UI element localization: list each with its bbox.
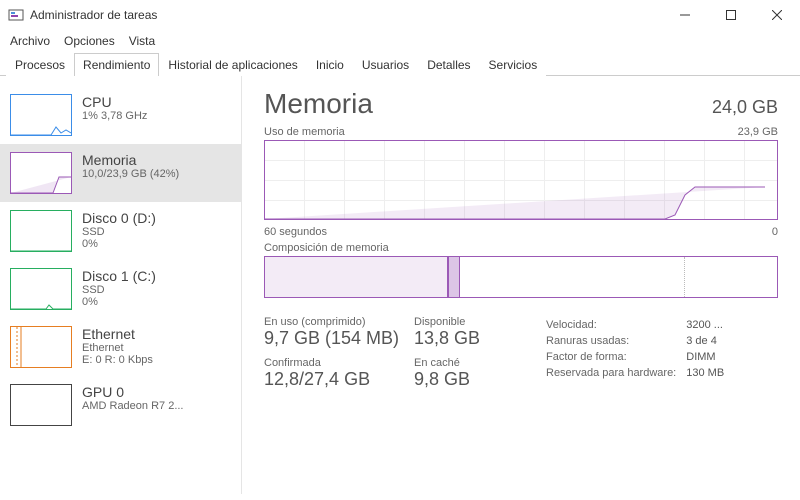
in-use-label: En uso (comprimido) <box>264 316 414 328</box>
ethernet-sub2: E: 0 R: 0 Kbps <box>82 354 153 366</box>
usage-label: Uso de memoria <box>264 126 345 138</box>
menu-options[interactable]: Opciones <box>64 34 115 48</box>
tab-bar: Procesos Rendimiento Historial de aplica… <box>0 52 800 76</box>
committed-label: Confirmada <box>264 357 414 369</box>
ethernet-name: Ethernet <box>82 326 153 342</box>
form-value: DIMM <box>686 350 732 364</box>
ethernet-sub1: Ethernet <box>82 342 153 354</box>
menu-view[interactable]: Vista <box>129 34 155 48</box>
tab-services[interactable]: Servicios <box>480 53 547 76</box>
cpu-sub: 1% 3,78 GHz <box>82 110 147 122</box>
sidebar-item-memory[interactable]: Memoria 10,0/23,9 GB (42%) <box>0 144 241 202</box>
disk0-sub1: SSD <box>82 226 156 238</box>
disk0-sub2: 0% <box>82 238 156 250</box>
tab-startup[interactable]: Inicio <box>307 53 353 76</box>
close-button[interactable] <box>754 0 800 30</box>
in-use-value: 9,7 GB (154 MB) <box>264 328 414 349</box>
composition-in-use <box>265 257 449 297</box>
tab-performance[interactable]: Rendimiento <box>74 53 159 76</box>
reserved-value: 130 MB <box>686 366 732 380</box>
disk1-name: Disco 1 (C:) <box>82 268 156 284</box>
tab-users[interactable]: Usuarios <box>353 53 418 76</box>
tab-app-history[interactable]: Historial de aplicaciones <box>159 53 306 76</box>
menubar: Archivo Opciones Vista <box>0 30 800 52</box>
gpu0-sub1: AMD Radeon R7 2... <box>82 400 184 412</box>
memory-thumb <box>10 152 72 194</box>
titlebar: Administrador de tareas <box>0 0 800 30</box>
memory-sub: 10,0/23,9 GB (42%) <box>82 168 179 180</box>
speed-label: Velocidad: <box>546 318 684 332</box>
disk1-sub2: 0% <box>82 296 156 308</box>
time-right-label: 0 <box>772 226 778 238</box>
composition-free <box>685 257 777 297</box>
maximize-button[interactable] <box>708 0 754 30</box>
ethernet-thumb <box>10 326 72 368</box>
disk0-thumb <box>10 210 72 252</box>
content-area: CPU 1% 3,78 GHz Memoria 10,0/23,9 GB (42… <box>0 76 800 494</box>
tab-processes[interactable]: Procesos <box>6 53 74 76</box>
tab-details[interactable]: Detalles <box>418 53 479 76</box>
sidebar-item-cpu[interactable]: CPU 1% 3,78 GHz <box>0 86 241 144</box>
available-value: 13,8 GB <box>414 328 524 349</box>
cached-value: 9,8 GB <box>414 369 524 390</box>
memory-total: 24,0 GB <box>712 97 778 118</box>
sidebar-item-disk1[interactable]: Disco 1 (C:) SSD 0% <box>0 260 241 318</box>
cpu-name: CPU <box>82 94 147 110</box>
sidebar-item-gpu0[interactable]: GPU 0 AMD Radeon R7 2... <box>0 376 241 434</box>
slots-label: Ranuras usadas: <box>546 334 684 348</box>
gpu0-name: GPU 0 <box>82 384 184 400</box>
sidebar: CPU 1% 3,78 GHz Memoria 10,0/23,9 GB (42… <box>0 76 242 494</box>
memory-composition-bar <box>264 256 778 298</box>
composition-label: Composición de memoria <box>264 242 389 254</box>
memory-name: Memoria <box>82 152 179 168</box>
committed-value: 12,8/27,4 GB <box>264 369 414 390</box>
minimize-button[interactable] <box>662 0 708 30</box>
menu-file[interactable]: Archivo <box>10 34 50 48</box>
time-left-label: 60 segundos <box>264 226 327 238</box>
reserved-label: Reservada para hardware: <box>546 366 684 380</box>
composition-standby <box>460 257 685 297</box>
slots-value: 3 de 4 <box>686 334 732 348</box>
sidebar-item-ethernet[interactable]: Ethernet Ethernet E: 0 R: 0 Kbps <box>0 318 241 376</box>
sidebar-item-disk0[interactable]: Disco 0 (D:) SSD 0% <box>0 202 241 260</box>
disk0-name: Disco 0 (D:) <box>82 210 156 226</box>
speed-value: 3200 ... <box>686 318 732 332</box>
window-title: Administrador de tareas <box>30 8 662 22</box>
memory-details: Velocidad:3200 ... Ranuras usadas:3 de 4… <box>544 316 734 396</box>
form-label: Factor de forma: <box>546 350 684 364</box>
disk1-sub1: SSD <box>82 284 156 296</box>
composition-modified <box>449 257 459 297</box>
main-panel: Memoria 24,0 GB Uso de memoria 23,9 GB 6… <box>242 76 800 494</box>
page-title: Memoria <box>264 88 373 120</box>
available-label: Disponible <box>414 316 524 328</box>
gpu0-thumb <box>10 384 72 426</box>
cpu-thumb <box>10 94 72 136</box>
disk1-thumb <box>10 268 72 310</box>
app-icon <box>8 7 24 23</box>
usage-max: 23,9 GB <box>738 126 778 138</box>
cached-label: En caché <box>414 357 524 369</box>
memory-usage-graph <box>264 140 778 220</box>
